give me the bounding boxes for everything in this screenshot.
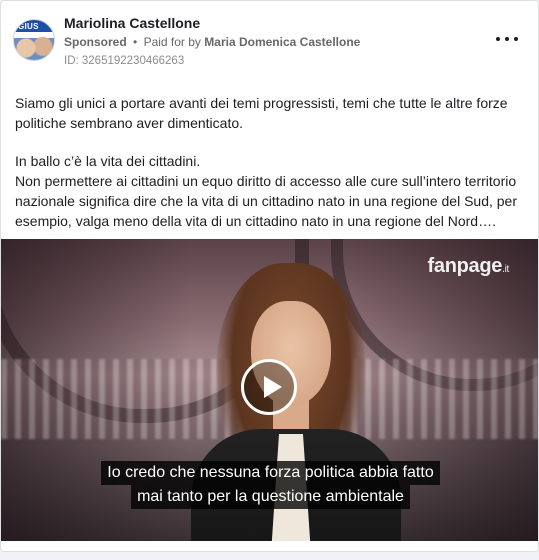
page-name-link[interactable]: Mariolina Castellone	[64, 15, 200, 31]
body-paragraph-3: Non permettere ai cittadini un equo diri…	[15, 173, 517, 229]
sponsor-meta: Sponsored • Paid for by Maria Domenica C…	[64, 35, 360, 49]
video-player[interactable]: fanpage.it Io credo che nessuna forza po…	[1, 239, 538, 541]
post-header: GIUS Mariolina Castellone Sponsored • Pa…	[1, 1, 538, 79]
more-options-icon[interactable]	[496, 31, 518, 47]
paid-for-prefix: Paid for by	[143, 35, 201, 49]
page-avatar[interactable]: GIUS	[13, 19, 55, 61]
meta-separator: •	[133, 35, 138, 49]
body-paragraph-2: In ballo c’è la vita dei cittadini.	[15, 153, 201, 169]
play-button-icon[interactable]	[241, 359, 297, 415]
avatar-logo-text: GIUS	[18, 22, 39, 31]
ad-card: GIUS Mariolina Castellone Sponsored • Pa…	[0, 0, 539, 552]
sponsored-label: Sponsored	[64, 35, 127, 49]
payer-name: Maria Domenica Castellone	[204, 35, 361, 49]
body-paragraph-1: Siamo gli unici a portare avanti dei tem…	[15, 95, 508, 131]
video-subtitles: Io credo che nessuna forza politica abbi…	[1, 461, 538, 509]
subtitle-line-2: mai tanto per la questione ambientale	[131, 485, 410, 509]
fanpage-watermark: fanpage.it	[427, 255, 510, 277]
ad-id: ID: 3265192230466263	[64, 55, 185, 67]
post-body: Siamo gli unici a portare avanti dei tem…	[15, 93, 525, 231]
subtitle-line-1: Io credo che nessuna forza politica abbi…	[101, 461, 440, 485]
